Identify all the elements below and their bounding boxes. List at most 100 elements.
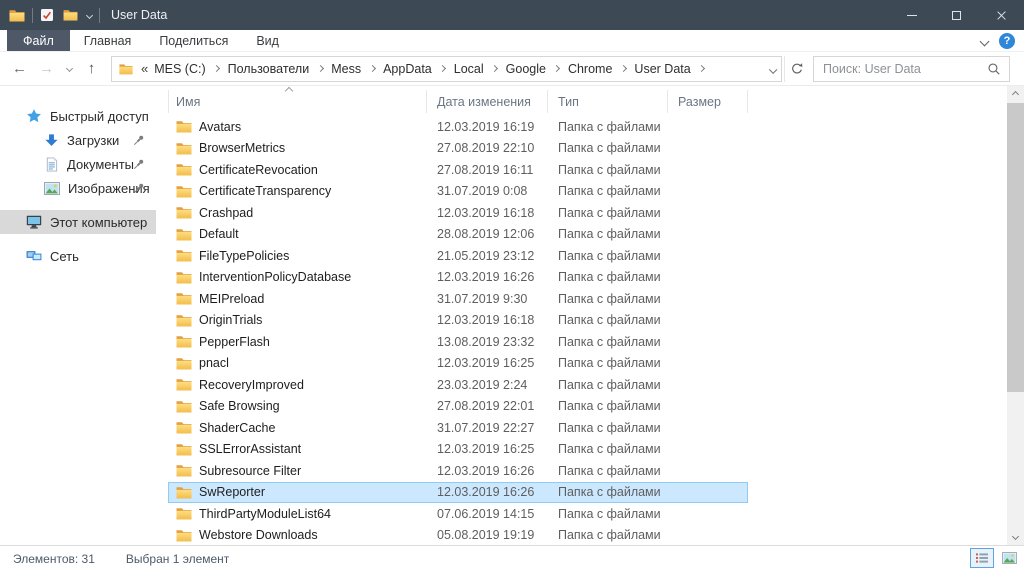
breadcrumb-segment[interactable]: Google bbox=[503, 62, 565, 76]
breadcrumb-chevron-icon[interactable] bbox=[487, 66, 503, 71]
expand-ribbon-chevron-icon[interactable] bbox=[981, 32, 988, 50]
breadcrumb-chevron-icon[interactable] bbox=[364, 66, 380, 71]
maximize-button[interactable] bbox=[934, 0, 979, 30]
file-type: Папка с файлами bbox=[548, 206, 668, 220]
forward-button[interactable]: → bbox=[33, 60, 60, 77]
breadcrumb-segment[interactable]: Chrome bbox=[565, 62, 631, 76]
back-button[interactable]: ← bbox=[6, 60, 33, 77]
breadcrumb-chevron-icon[interactable] bbox=[312, 66, 328, 71]
address-bar[interactable]: « MES (C:) Пользователи Mess AppData Loc… bbox=[111, 56, 782, 82]
document-icon bbox=[44, 157, 59, 172]
file-row[interactable]: Default 28.08.2019 12:06 Папка с файлами bbox=[168, 224, 748, 246]
folder-icon bbox=[176, 357, 192, 370]
pin-icon bbox=[133, 134, 145, 146]
file-row[interactable]: pnacl 12.03.2019 16:25 Папка с файлами bbox=[168, 353, 748, 375]
file-date-modified: 21.05.2019 23:12 bbox=[427, 249, 548, 263]
vertical-scrollbar[interactable] bbox=[1007, 86, 1024, 545]
file-row[interactable]: ShaderCache 31.07.2019 22:27 Папка с фай… bbox=[168, 417, 748, 439]
scroll-down-icon[interactable] bbox=[1007, 528, 1024, 545]
breadcrumb-chevron-icon[interactable] bbox=[615, 66, 631, 71]
items-count: Элементов: 31 bbox=[13, 552, 95, 566]
sidebar-item-downloads[interactable]: Загрузки bbox=[0, 128, 156, 152]
file-type: Папка с файлами bbox=[548, 464, 668, 478]
breadcrumb-chevron-icon[interactable] bbox=[209, 66, 225, 71]
file-type: Папка с файлами bbox=[548, 270, 668, 284]
up-button[interactable]: ↑ bbox=[78, 60, 105, 77]
file-row[interactable]: MEIPreload 31.07.2019 9:30 Папка с файла… bbox=[168, 288, 748, 310]
tab-view[interactable]: Вид bbox=[242, 30, 293, 51]
tab-share[interactable]: Поделиться bbox=[145, 30, 242, 51]
file-row[interactable]: FileTypePolicies 21.05.2019 23:12 Папка … bbox=[168, 245, 748, 267]
file-name: FileTypePolicies bbox=[199, 249, 289, 263]
thumbnails-view-icon bbox=[1002, 552, 1017, 564]
sidebar-item-documents[interactable]: Документы bbox=[0, 152, 156, 176]
breadcrumb-segment[interactable]: Пользователи bbox=[225, 62, 329, 76]
breadcrumb-segment[interactable]: Mess bbox=[328, 62, 380, 76]
breadcrumb-segment[interactable]: MES (C:) bbox=[151, 62, 224, 76]
file-row[interactable]: PepperFlash 13.08.2019 23:32 Папка с фай… bbox=[168, 331, 748, 353]
help-icon[interactable]: ? bbox=[999, 33, 1015, 49]
sidebar-item-pictures[interactable]: Изображения bbox=[0, 176, 156, 200]
breadcrumb-overflow[interactable]: « bbox=[140, 61, 151, 76]
recent-locations-chevron-icon[interactable] bbox=[60, 66, 78, 71]
column-header-type[interactable]: Тип bbox=[548, 86, 668, 116]
file-row[interactable]: ThirdPartyModuleList64 07.06.2019 14:15 … bbox=[168, 503, 748, 525]
sidebar-item-quick-access[interactable]: Быстрый доступ bbox=[0, 104, 156, 128]
address-dropdown-chevron-icon[interactable] bbox=[770, 62, 776, 76]
file-row[interactable]: CertificateRevocation 27.08.2019 16:11 П… bbox=[168, 159, 748, 181]
breadcrumb-segment[interactable]: User Data bbox=[631, 62, 709, 76]
file-row[interactable]: SSLErrorAssistant 12.03.2019 16:25 Папка… bbox=[168, 439, 748, 461]
computer-icon bbox=[26, 215, 42, 229]
sidebar-item-network[interactable]: Сеть bbox=[0, 244, 156, 268]
file-row[interactable]: OriginTrials 12.03.2019 16:18 Папка с фа… bbox=[168, 310, 748, 332]
file-type: Папка с файлами bbox=[548, 442, 668, 456]
thumbnails-view-button[interactable] bbox=[997, 548, 1021, 568]
column-header-size[interactable]: Размер bbox=[668, 86, 748, 116]
tab-home[interactable]: Главная bbox=[70, 30, 146, 51]
folder-icon bbox=[176, 486, 192, 499]
file-row[interactable]: RecoveryImproved 23.03.2019 2:24 Папка с… bbox=[168, 374, 748, 396]
search-icon[interactable] bbox=[987, 62, 1001, 76]
file-name: Avatars bbox=[199, 120, 241, 134]
file-name: MEIPreload bbox=[199, 292, 264, 306]
file-date-modified: 12.03.2019 16:25 bbox=[427, 442, 548, 456]
breadcrumb-chevron-icon[interactable] bbox=[549, 66, 565, 71]
file-row[interactable]: BrowserMetrics 27.08.2019 22:10 Папка с … bbox=[168, 138, 748, 160]
new-folder-icon[interactable] bbox=[63, 9, 78, 21]
scrollbar-thumb[interactable] bbox=[1007, 103, 1024, 392]
file-row[interactable]: CertificateTransparency 31.07.2019 0:08 … bbox=[168, 181, 748, 203]
file-date-modified: 05.08.2019 19:19 bbox=[427, 528, 548, 542]
file-name: PepperFlash bbox=[199, 335, 270, 349]
folder-icon bbox=[176, 142, 192, 155]
breadcrumb-segment[interactable]: AppData bbox=[380, 62, 451, 76]
properties-icon[interactable] bbox=[40, 8, 54, 22]
tab-file[interactable]: Файл bbox=[7, 30, 70, 51]
folder-icon bbox=[176, 206, 192, 219]
minimize-button[interactable] bbox=[889, 0, 934, 30]
column-header-name[interactable]: Имя bbox=[168, 86, 427, 116]
file-row[interactable]: Subresource Filter 12.03.2019 16:26 Папк… bbox=[168, 460, 748, 482]
search-input[interactable] bbox=[814, 62, 987, 76]
column-header-date[interactable]: Дата изменения bbox=[427, 86, 548, 116]
sidebar-item-this-pc[interactable]: Этот компьютер bbox=[0, 210, 156, 234]
breadcrumb-chevron-icon[interactable] bbox=[694, 66, 710, 71]
refresh-icon[interactable] bbox=[784, 56, 808, 82]
folder-icon bbox=[176, 507, 192, 520]
file-row[interactable]: Safe Browsing 27.08.2019 22:01 Папка с ф… bbox=[168, 396, 748, 418]
file-row[interactable]: Crashpad 12.03.2019 16:18 Папка с файлам… bbox=[168, 202, 748, 224]
file-type: Папка с файлами bbox=[548, 313, 668, 327]
details-view-button[interactable] bbox=[970, 548, 994, 568]
file-type: Папка с файлами bbox=[548, 399, 668, 413]
customize-toolbar-chevron-icon[interactable] bbox=[87, 13, 92, 18]
breadcrumb-segment[interactable]: Local bbox=[451, 62, 503, 76]
file-row[interactable]: Webstore Downloads 05.08.2019 19:19 Папк… bbox=[168, 525, 748, 546]
file-row[interactable]: Avatars 12.03.2019 16:19 Папка с файлами bbox=[168, 116, 748, 138]
file-date-modified: 23.03.2019 2:24 bbox=[427, 378, 548, 392]
file-row[interactable]: InterventionPolicyDatabase 12.03.2019 16… bbox=[168, 267, 748, 289]
close-button[interactable] bbox=[979, 0, 1024, 30]
scroll-up-icon[interactable] bbox=[1007, 86, 1024, 103]
close-icon bbox=[996, 10, 1007, 21]
file-row[interactable]: SwReporter 12.03.2019 16:26 Папка с файл… bbox=[168, 482, 748, 504]
breadcrumb-chevron-icon[interactable] bbox=[435, 66, 451, 71]
network-icon bbox=[26, 249, 42, 263]
